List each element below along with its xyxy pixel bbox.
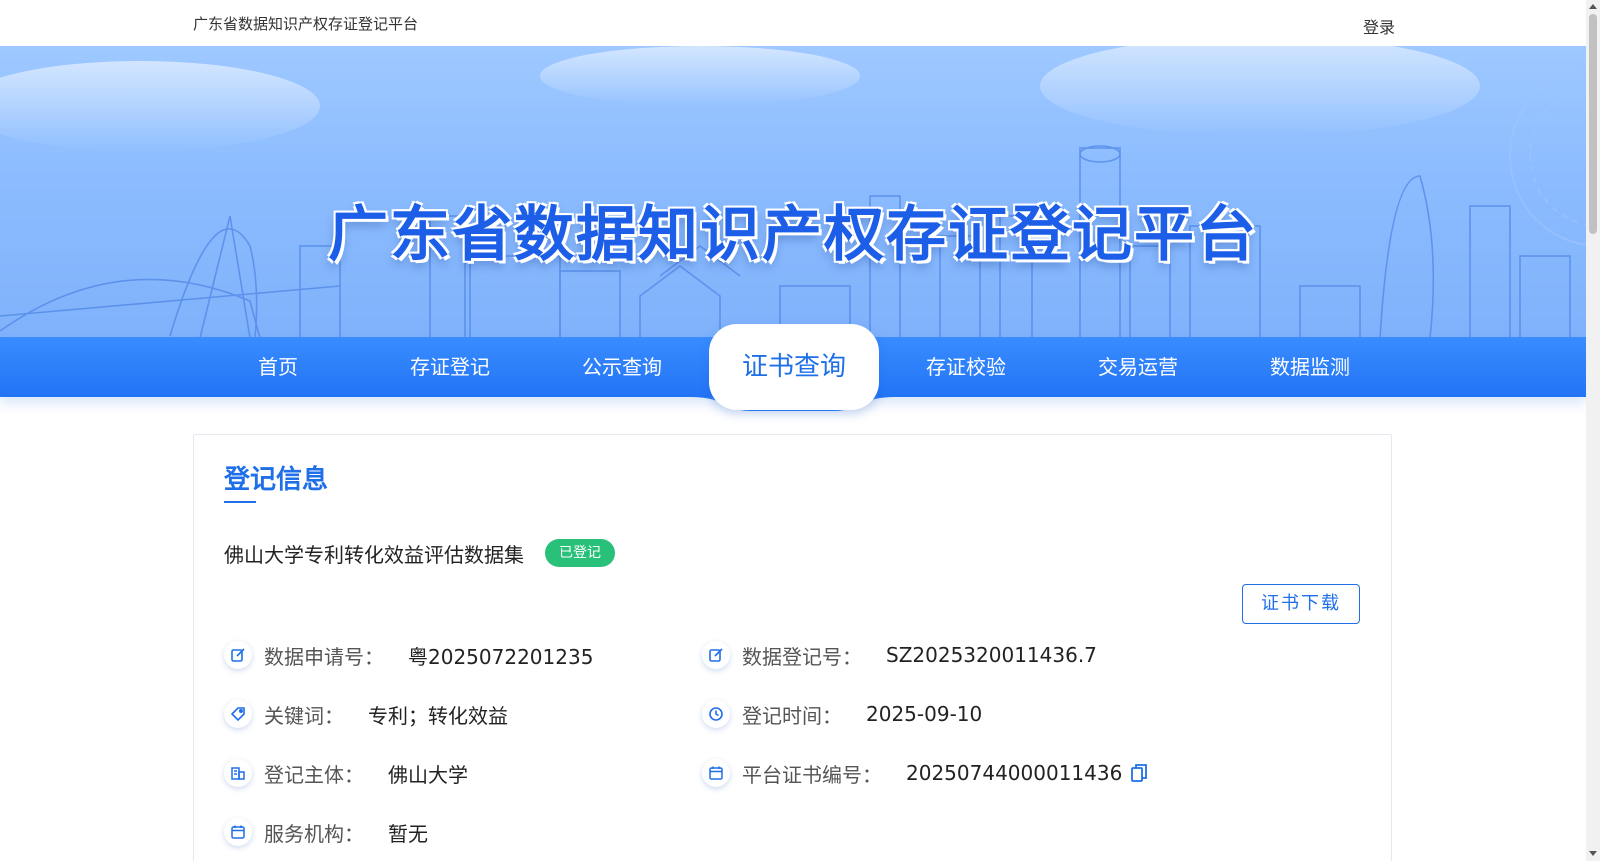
field-keywords: 关键词： 专利；转化效益 <box>224 699 508 729</box>
top-bar: 广东省数据知识产权存证登记平台 登录 <box>0 0 1586 47</box>
field-cert-no: 平台证书编号： 20250744000011436 <box>702 758 1148 788</box>
registration-no-label: 数据登记号： <box>742 644 862 669</box>
field-registration-time: 登记时间： 2025-09-10 <box>702 699 982 729</box>
registration-no-value: SZ2025320011436.7 <box>886 643 1097 667</box>
nav-item-public-query[interactable]: 公示查询 <box>537 337 707 397</box>
keywords-label: 关键词： <box>264 703 344 728</box>
field-service-org: 服务机构： 暂无 <box>224 817 428 847</box>
keywords-value: 专利；转化效益 <box>368 703 508 728</box>
cert-no-label: 平台证书编号： <box>742 762 882 787</box>
dataset-name: 佛山大学专利转化效益评估数据集 <box>224 543 524 567</box>
nav-item-trade-operations[interactable]: 交易运营 <box>1053 337 1223 397</box>
field-subject: 登记主体： 佛山大学 <box>224 758 468 788</box>
calendar-icon <box>702 759 730 787</box>
scroll-thumb[interactable] <box>1589 14 1597 234</box>
service-org-value: 暂无 <box>388 821 428 846</box>
nav-item-data-monitoring[interactable]: 数据监测 <box>1225 337 1395 397</box>
calendar-icon <box>224 818 252 846</box>
subject-label: 登记主体： <box>264 762 364 787</box>
cert-no-value: 20250744000011436 <box>906 761 1123 785</box>
building-icon <box>224 759 252 787</box>
registration-info-card: 登记信息 佛山大学专利转化效益评估数据集 已登记 证书下载 数据申请号： 粤20… <box>193 434 1392 861</box>
page-scrollbar[interactable] <box>1586 0 1600 861</box>
nav-item-deposit-registration[interactable]: 存证登记 <box>365 337 535 397</box>
scroll-down-arrow-icon[interactable] <box>1589 851 1597 856</box>
nav-item-deposit-verification[interactable]: 存证校验 <box>881 337 1051 397</box>
edit-icon <box>224 641 252 669</box>
section-title: 登记信息 <box>224 465 329 495</box>
edit-icon <box>702 641 730 669</box>
site-name: 广东省数据知识产权存证登记平台 <box>193 15 419 33</box>
service-org-label: 服务机构： <box>264 821 364 846</box>
nav-item-home[interactable]: 首页 <box>193 337 363 397</box>
page: 广东省数据知识产权存证登记平台 登录 广东省数据知识产权存证登记平台 首页 存证… <box>0 0 1600 861</box>
section-title-underline <box>224 501 256 503</box>
application-no-value: 粤2025072201235 <box>408 644 594 669</box>
clock-icon <box>702 700 730 728</box>
nav-item-certificate-query[interactable]: 证书查询 <box>709 324 879 410</box>
copy-icon[interactable] <box>1130 763 1148 783</box>
registration-time-label: 登记时间： <box>742 703 842 728</box>
login-link[interactable]: 登录 <box>1363 14 1395 38</box>
status-badge: 已登记 <box>545 539 615 567</box>
banner-title: 广东省数据知识产权存证登记平台 <box>328 200 1258 270</box>
tag-icon <box>224 700 252 728</box>
field-registration-no: 数据登记号： SZ2025320011436.7 <box>702 640 1097 670</box>
hero-banner: 广东省数据知识产权存证登记平台 <box>0 46 1586 338</box>
registration-time-value: 2025-09-10 <box>866 702 983 726</box>
scroll-up-arrow-icon[interactable] <box>1589 4 1597 9</box>
subject-value: 佛山大学 <box>388 762 468 787</box>
application-no-label: 数据申请号： <box>264 644 384 669</box>
certificate-download-button[interactable]: 证书下载 <box>1242 584 1360 624</box>
field-application-no: 数据申请号： 粤2025072201235 <box>224 640 593 670</box>
main-nav: 首页 存证登记 公示查询 证书查询 存证校验 交易运营 数据监测 <box>0 324 1586 411</box>
